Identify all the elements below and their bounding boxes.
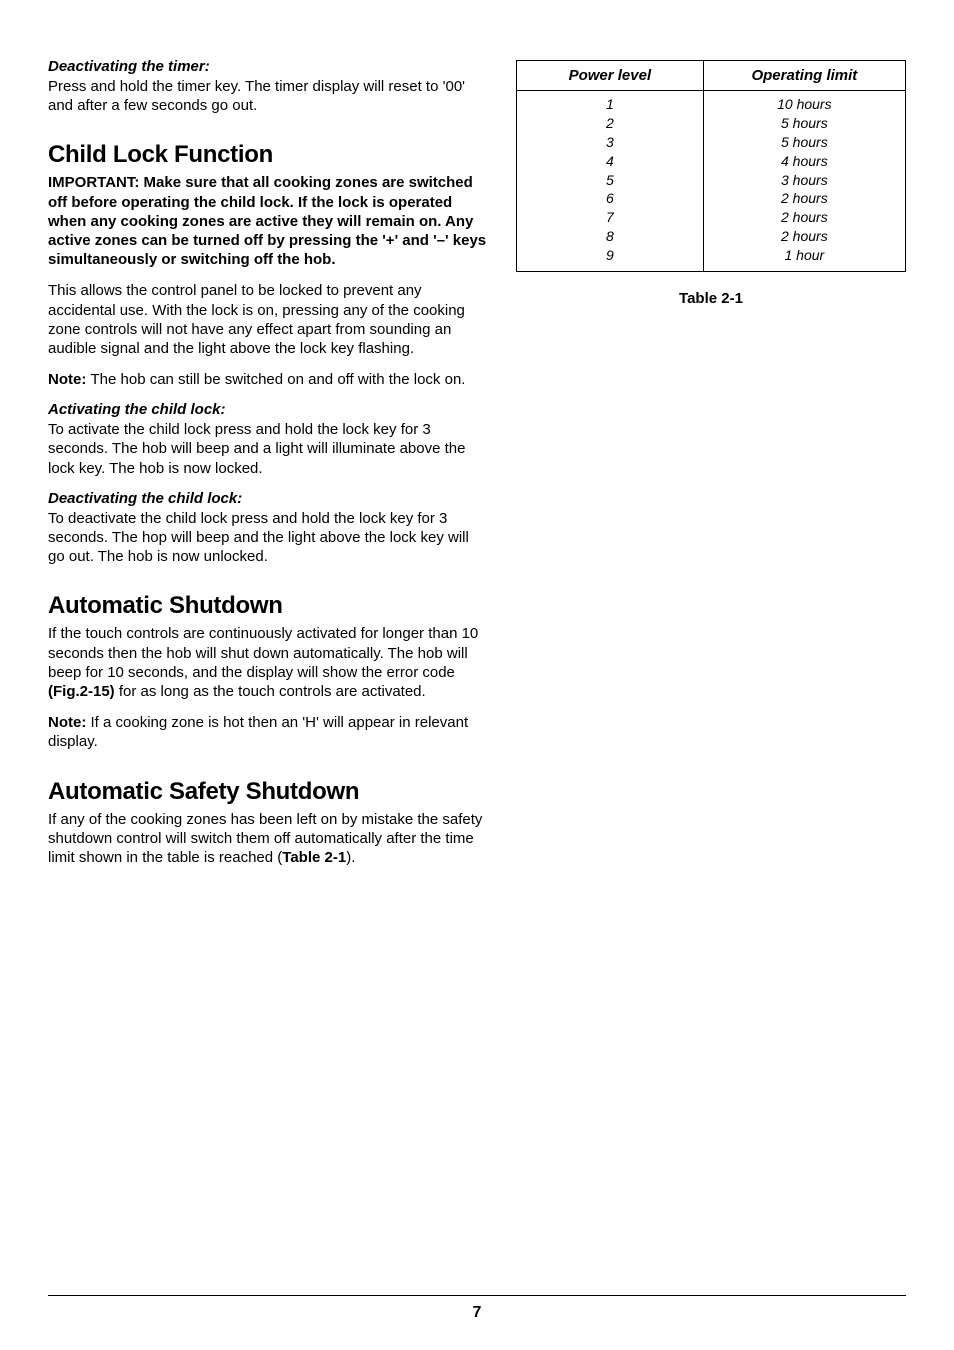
child-lock-note: Note: The hob can still be switched on a… <box>48 370 488 389</box>
deactivating-timer-heading: Deactivating the timer: <box>48 58 488 75</box>
cell-limit: 2 hours <box>703 189 905 208</box>
cell-power: 6 <box>517 189 704 208</box>
cell-power: 9 <box>517 246 704 271</box>
cell-power: 4 <box>517 152 704 171</box>
header-operating-limit: Operating limit <box>703 61 905 91</box>
header-power-level: Power level <box>517 61 704 91</box>
table-row: 82 hours <box>517 227 906 246</box>
cell-limit: 5 hours <box>703 133 905 152</box>
table-row: 62 hours <box>517 189 906 208</box>
cell-limit: 5 hours <box>703 114 905 133</box>
cell-power: 5 <box>517 171 704 190</box>
safety-shutdown-b: Table 2-1 <box>282 849 346 866</box>
automatic-shutdown-heading: Automatic Shutdown <box>48 592 488 620</box>
automatic-shutdown-note: Note: If a cooking zone is hot then an '… <box>48 713 488 751</box>
table-caption: Table 2-1 <box>516 290 906 307</box>
table-row: 91 hour <box>517 246 906 271</box>
right-column: Power level Operating limit 110 hours 25… <box>516 58 906 879</box>
table-row: 25 hours <box>517 114 906 133</box>
table-row: 72 hours <box>517 208 906 227</box>
cell-limit: 2 hours <box>703 208 905 227</box>
safety-shutdown-heading: Automatic Safety Shutdown <box>48 778 488 806</box>
child-lock-p2: This allows the control panel to be lock… <box>48 281 488 358</box>
table-row: 35 hours <box>517 133 906 152</box>
cell-power: 1 <box>517 91 704 114</box>
cell-limit: 1 hour <box>703 246 905 271</box>
auto-shutdown-note-body: If a cooking zone is hot then an 'H' wil… <box>48 714 468 750</box>
deactivating-child-lock-heading: Deactivating the child lock: <box>48 490 488 507</box>
cell-limit: 10 hours <box>703 91 905 114</box>
page: Deactivating the timer: Press and hold t… <box>0 0 954 1350</box>
cell-power: 7 <box>517 208 704 227</box>
table-header-row: Power level Operating limit <box>517 61 906 91</box>
table-row: 44 hours <box>517 152 906 171</box>
auto-shutdown-p1-c: for as long as the touch controls are ac… <box>115 683 426 700</box>
auto-shutdown-p1-a: If the touch controls are continuously a… <box>48 625 478 680</box>
child-lock-important: IMPORTANT: Make sure that all cooking zo… <box>48 173 488 269</box>
auto-shutdown-note-label: Note: <box>48 714 91 731</box>
child-lock-note-label: Note: <box>48 371 91 388</box>
child-lock-heading: Child Lock Function <box>48 141 488 169</box>
automatic-shutdown-p1: If the touch controls are continuously a… <box>48 624 488 701</box>
table-row: 110 hours <box>517 91 906 114</box>
cell-power: 8 <box>517 227 704 246</box>
auto-shutdown-p1-b: (Fig.2-15) <box>48 683 115 700</box>
left-column: Deactivating the timer: Press and hold t… <box>48 58 488 879</box>
safety-shutdown-a: If any of the cooking zones has been lef… <box>48 811 482 866</box>
table-row: 53 hours <box>517 171 906 190</box>
cell-limit: 4 hours <box>703 152 905 171</box>
operating-limit-table: Power level Operating limit 110 hours 25… <box>516 60 906 272</box>
two-column-layout: Deactivating the timer: Press and hold t… <box>48 58 906 879</box>
cell-power: 3 <box>517 133 704 152</box>
safety-shutdown-c: ). <box>346 849 355 866</box>
cell-power: 2 <box>517 114 704 133</box>
deactivating-timer-body: Press and hold the timer key. The timer … <box>48 77 488 115</box>
page-number: 7 <box>0 1304 954 1322</box>
deactivating-child-lock-body: To deactivate the child lock press and h… <box>48 509 488 567</box>
important-label: IMPORTANT: <box>48 174 144 191</box>
activating-child-lock-body: To activate the child lock press and hol… <box>48 420 488 478</box>
cell-limit: 3 hours <box>703 171 905 190</box>
footer-rule <box>48 1295 906 1296</box>
safety-shutdown-body: If any of the cooking zones has been lef… <box>48 810 488 868</box>
cell-limit: 2 hours <box>703 227 905 246</box>
child-lock-note-body: The hob can still be switched on and off… <box>91 371 466 388</box>
activating-child-lock-heading: Activating the child lock: <box>48 401 488 418</box>
